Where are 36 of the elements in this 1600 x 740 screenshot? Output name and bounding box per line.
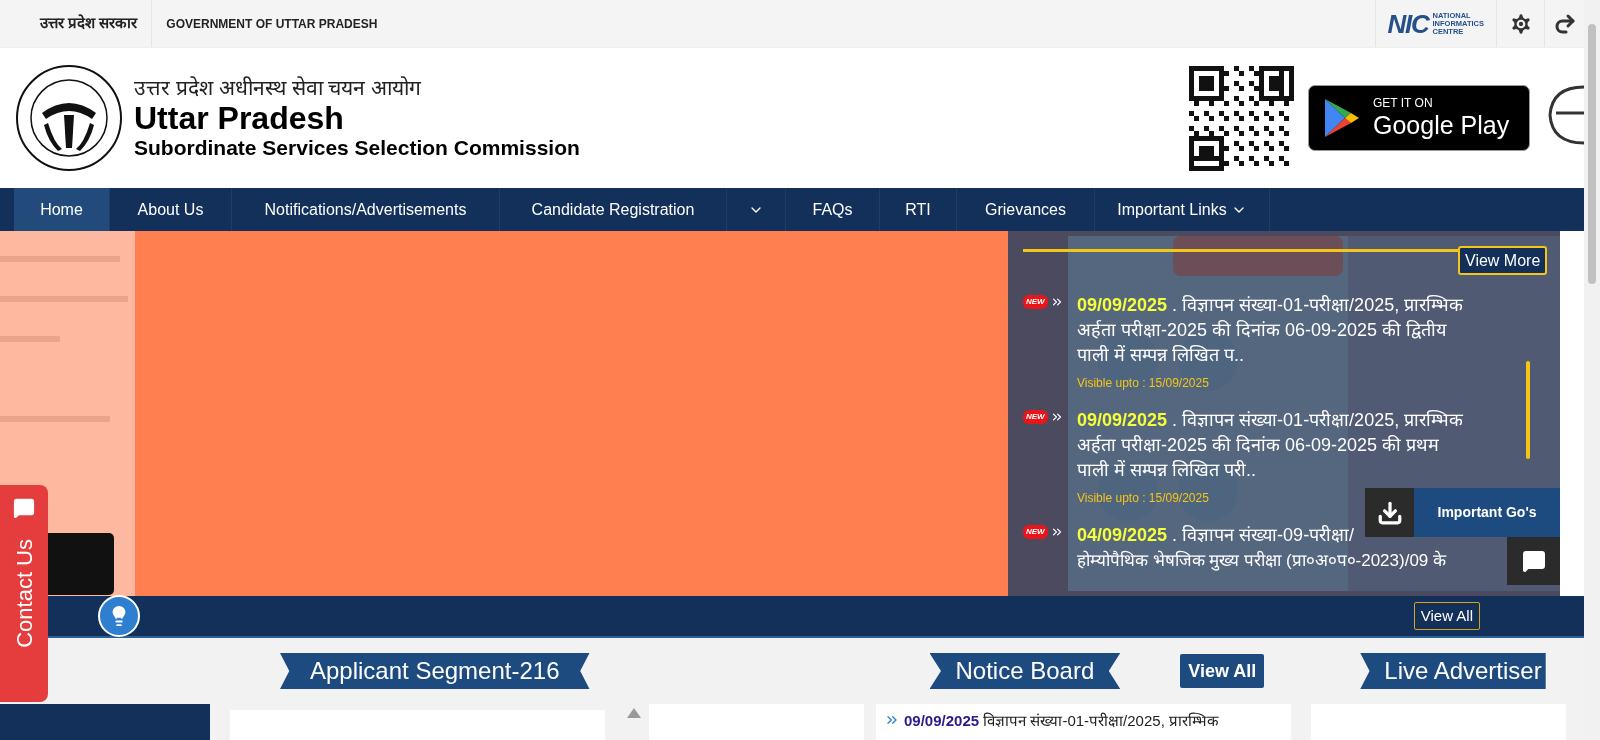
view-all-button[interactable]: View All: [1413, 602, 1480, 630]
section-heading: Live Advertiser: [1360, 653, 1546, 689]
new-badge: NEW: [1023, 410, 1048, 424]
scroll-up-icon: [627, 708, 641, 718]
contact-us-tab[interactable]: Contact Us: [0, 485, 48, 702]
qr-code-icon: [1189, 65, 1294, 171]
site-title: Uttar Pradesh: [134, 101, 345, 135]
notice-text[interactable]: 04/09/2025 . विज्ञापन संख्या-09-परीक्षा/: [1077, 523, 1355, 548]
play-store-icon: [1323, 97, 1361, 139]
badge-caption: GET IT ON: [1373, 96, 1434, 110]
notice-text[interactable]: 09/09/2025 . विज्ञापन संख्या-01-परीक्षा/2025, प्रारम्भिक अर्हता परीक्षा-2025 की दिनांक 06-09-2025 की प्रथम पाली में सम्पन्न लिखित परी..: [1077, 408, 1472, 483]
notice-text[interactable]: होम्योपैथिक भेषजिक मुख्य परीक्षा (प्रा०अ०प०-2023)/09 के: [1077, 548, 1447, 573]
section-heading: Notice Board: [929, 653, 1121, 689]
chat-icon: [1521, 549, 1546, 573]
lightbulb-button[interactable]: [98, 595, 140, 637]
chat-button[interactable]: [1507, 537, 1560, 585]
important-gos-button[interactable]: Important Go's: [1365, 488, 1560, 537]
chat-bubble-icon: [13, 497, 35, 519]
new-badge: NEW: [1023, 295, 1048, 309]
google-play-badge[interactable]: GET IT ON Google Play: [1308, 85, 1530, 151]
notice-view-all-button[interactable]: View All: [1180, 654, 1265, 688]
section-heading: Applicant Segment-216: [280, 653, 590, 689]
commission-hindi-name: उत्तर प्रदेश अधीनस्थ सेवा चयन आयोग: [134, 75, 423, 101]
scrollbar-thumb[interactable]: [1588, 24, 1596, 284]
state-emblem-icon: [14, 63, 124, 173]
notice-text[interactable]: 09/09/2025 . विज्ञापन संख्या-01-परीक्षा/2025, प्रारम्भिक अर्हता परीक्षा-2025 की दिनांक 06-09-2025 की द्वितीय पाली में सम्पन्न लिखित प..: [1077, 293, 1472, 368]
badge-store-name: Google Play: [1373, 110, 1510, 140]
download-icon: [1376, 499, 1403, 526]
site-subtitle: Subordinate Services Selection Commission: [134, 135, 580, 161]
visible-upto-text: Visible upto : 15/09/2025: [1077, 490, 1209, 507]
state-government-title: उत्तर प्रदेश सरकार: [0, 0, 153, 47]
visible-upto-text: Visible upto : 15/09/2025: [1077, 375, 1209, 392]
government-title: GOVERNMENT OF UTTAR PRADESH: [165, 15, 378, 33]
nav-tab[interactable]: Home: [14, 188, 110, 231]
view-more-button[interactable]: View More: [1458, 246, 1548, 275]
new-badge: NEW: [1023, 525, 1048, 539]
